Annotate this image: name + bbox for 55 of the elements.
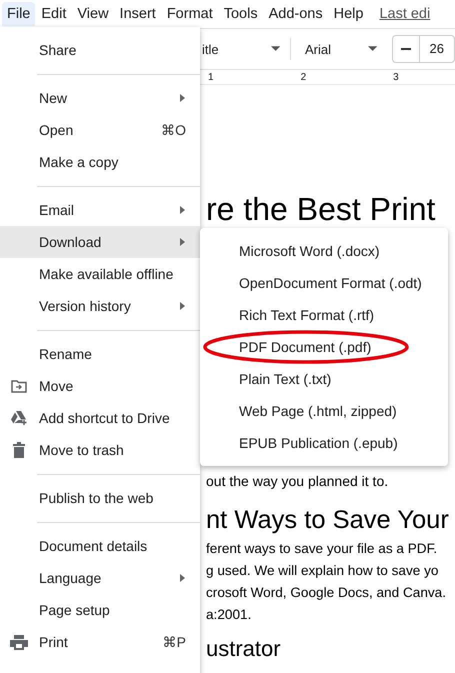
menu-tab[interactable]: Help [328, 2, 368, 26]
body-text: ferent ways to save your file as a PDF. [206, 540, 438, 558]
body-text: g used. We will explain how to save yo [206, 562, 440, 580]
body-text: a:2001. [206, 606, 252, 624]
ruler-number: 1 [208, 72, 214, 82]
menu-item[interactable]: Move [0, 370, 200, 402]
menu-item[interactable]: Document details [0, 530, 200, 562]
menu-item[interactable]: Email [0, 194, 200, 226]
drive-icon [10, 411, 28, 425]
shortcut-text: ⌘O [161, 122, 186, 138]
menu-item[interactable]: Download [0, 226, 200, 258]
menu-item[interactable]: Move to trash [0, 434, 200, 466]
menu-tab[interactable]: File [2, 2, 36, 26]
menu-item[interactable]: Rename [0, 338, 200, 370]
menu-item[interactable]: Language [0, 562, 200, 594]
menu-item[interactable]: Rich Text Format (.rtf) [200, 299, 448, 331]
menu-item[interactable]: EPUB Publication (.epub) [200, 427, 448, 459]
menu-tab[interactable]: View [72, 2, 114, 26]
printer-icon [10, 634, 28, 650]
menu-item[interactable]: Web Page (.html, zipped) [200, 395, 448, 427]
trash-icon [10, 442, 28, 458]
section-heading: nt Ways to Save Your [206, 505, 450, 536]
ruler-number: 3 [393, 72, 399, 82]
menu-item[interactable]: New [0, 82, 200, 114]
document-title: re the Best Print [206, 191, 436, 227]
last-edit-link[interactable]: Last edi [379, 6, 430, 22]
menu-item[interactable]: Share [0, 34, 200, 66]
section-heading: ustrator [206, 636, 282, 662]
menu-item[interactable]: PDF Document (.pdf) [200, 331, 448, 363]
menu-tab[interactable]: Format [162, 2, 218, 26]
menu-item[interactable]: Plain Text (.txt) [200, 363, 448, 395]
font-dropdown[interactable]: Arial [304, 42, 362, 56]
folder-icon [10, 380, 28, 392]
menu-item[interactable]: Add shortcut to Drive [0, 402, 200, 434]
body-text: crosoft Word, Google Docs, and Canva. [206, 584, 448, 602]
menu-item[interactable]: OpenDocument Format (.odt) [200, 267, 448, 299]
caret-icon [270, 46, 280, 52]
menu-item[interactable]: Make available offline [0, 258, 200, 290]
menu-tab[interactable]: Tools [218, 2, 263, 26]
style-dropdown[interactable]: itle [202, 42, 265, 56]
body-text: out the way you planned it to. [206, 473, 390, 490]
minus-icon[interactable] [400, 48, 411, 50]
menu-item[interactable]: Print ⌘P [0, 626, 200, 658]
ruler-number: 2 [300, 72, 306, 82]
menu-item[interactable]: Version history [0, 290, 200, 322]
menu-item[interactable]: Page setup [0, 594, 200, 626]
menu-item[interactable]: Open ⌘O [0, 114, 200, 146]
menu-tab[interactable]: Add-ons [264, 2, 328, 26]
shortcut-text: ⌘P [162, 634, 186, 650]
caret-icon [368, 46, 378, 52]
menu-tab[interactable]: Insert [114, 2, 161, 26]
menu-item[interactable]: Make a copy [0, 146, 200, 178]
menu-item[interactable]: Publish to the web [0, 482, 200, 514]
menu-item[interactable]: Microsoft Word (.docx) [200, 235, 448, 267]
menu-tab[interactable]: Edit [36, 2, 72, 26]
